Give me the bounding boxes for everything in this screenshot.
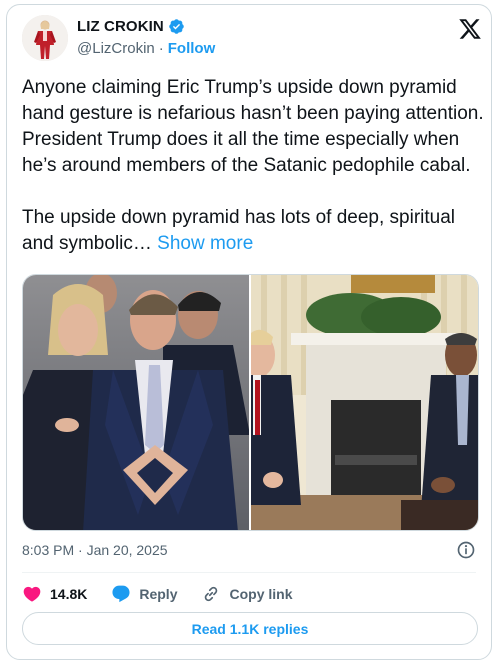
heart-icon <box>23 586 41 602</box>
tweet-embed-card: LIZ CROKIN @LizCrokin · Follow Anyone cl… <box>6 4 492 660</box>
copy-link-label: Copy link <box>229 586 293 602</box>
show-more-link[interactable]: Show more <box>157 233 253 254</box>
name-row: LIZ CROKIN <box>77 18 185 35</box>
reply-button[interactable]: Reply <box>111 584 177 604</box>
avatar[interactable] <box>22 15 68 61</box>
tweet-text: Anyone claiming Eric Trump’s upside down… <box>22 75 486 257</box>
handle[interactable]: @LizCrokin <box>77 40 155 57</box>
follow-button[interactable]: Follow <box>168 40 216 57</box>
man-hand-gesture-photo <box>23 275 249 530</box>
oval-office-seated-photo <box>251 275 478 530</box>
timestamp[interactable]: 8:03 PM · Jan 20, 2025 <box>22 542 168 558</box>
copy-link-button[interactable]: Copy link <box>201 584 293 604</box>
photo-right[interactable] <box>251 275 478 530</box>
separator-dot: · <box>158 40 164 57</box>
link-icon <box>205 586 218 602</box>
verified-badge-icon <box>169 19 184 34</box>
x-logo-icon[interactable] <box>458 17 482 41</box>
read-replies-button[interactable]: Read 1.1K replies <box>22 612 478 645</box>
tweet-body: Anyone claiming Eric Trump’s upside down… <box>22 77 484 254</box>
avatar-image <box>22 15 68 61</box>
display-name[interactable]: LIZ CROKIN <box>77 18 164 35</box>
read-replies-label: Read 1.1K replies <box>191 620 309 637</box>
reply-label: Reply <box>139 586 178 602</box>
action-bar: 14.8K Reply Copy link <box>22 583 317 605</box>
like-button[interactable]: 14.8K <box>22 584 87 604</box>
tweet-header: LIZ CROKIN @LizCrokin · Follow <box>22 15 482 63</box>
photo-left[interactable] <box>23 275 249 530</box>
handle-row: @LizCrokin · Follow <box>77 40 215 57</box>
divider <box>22 572 476 573</box>
like-count: 14.8K <box>50 586 88 602</box>
info-icon[interactable] <box>456 540 476 560</box>
speech-bubble-icon <box>112 585 130 603</box>
media-grid <box>22 274 479 531</box>
